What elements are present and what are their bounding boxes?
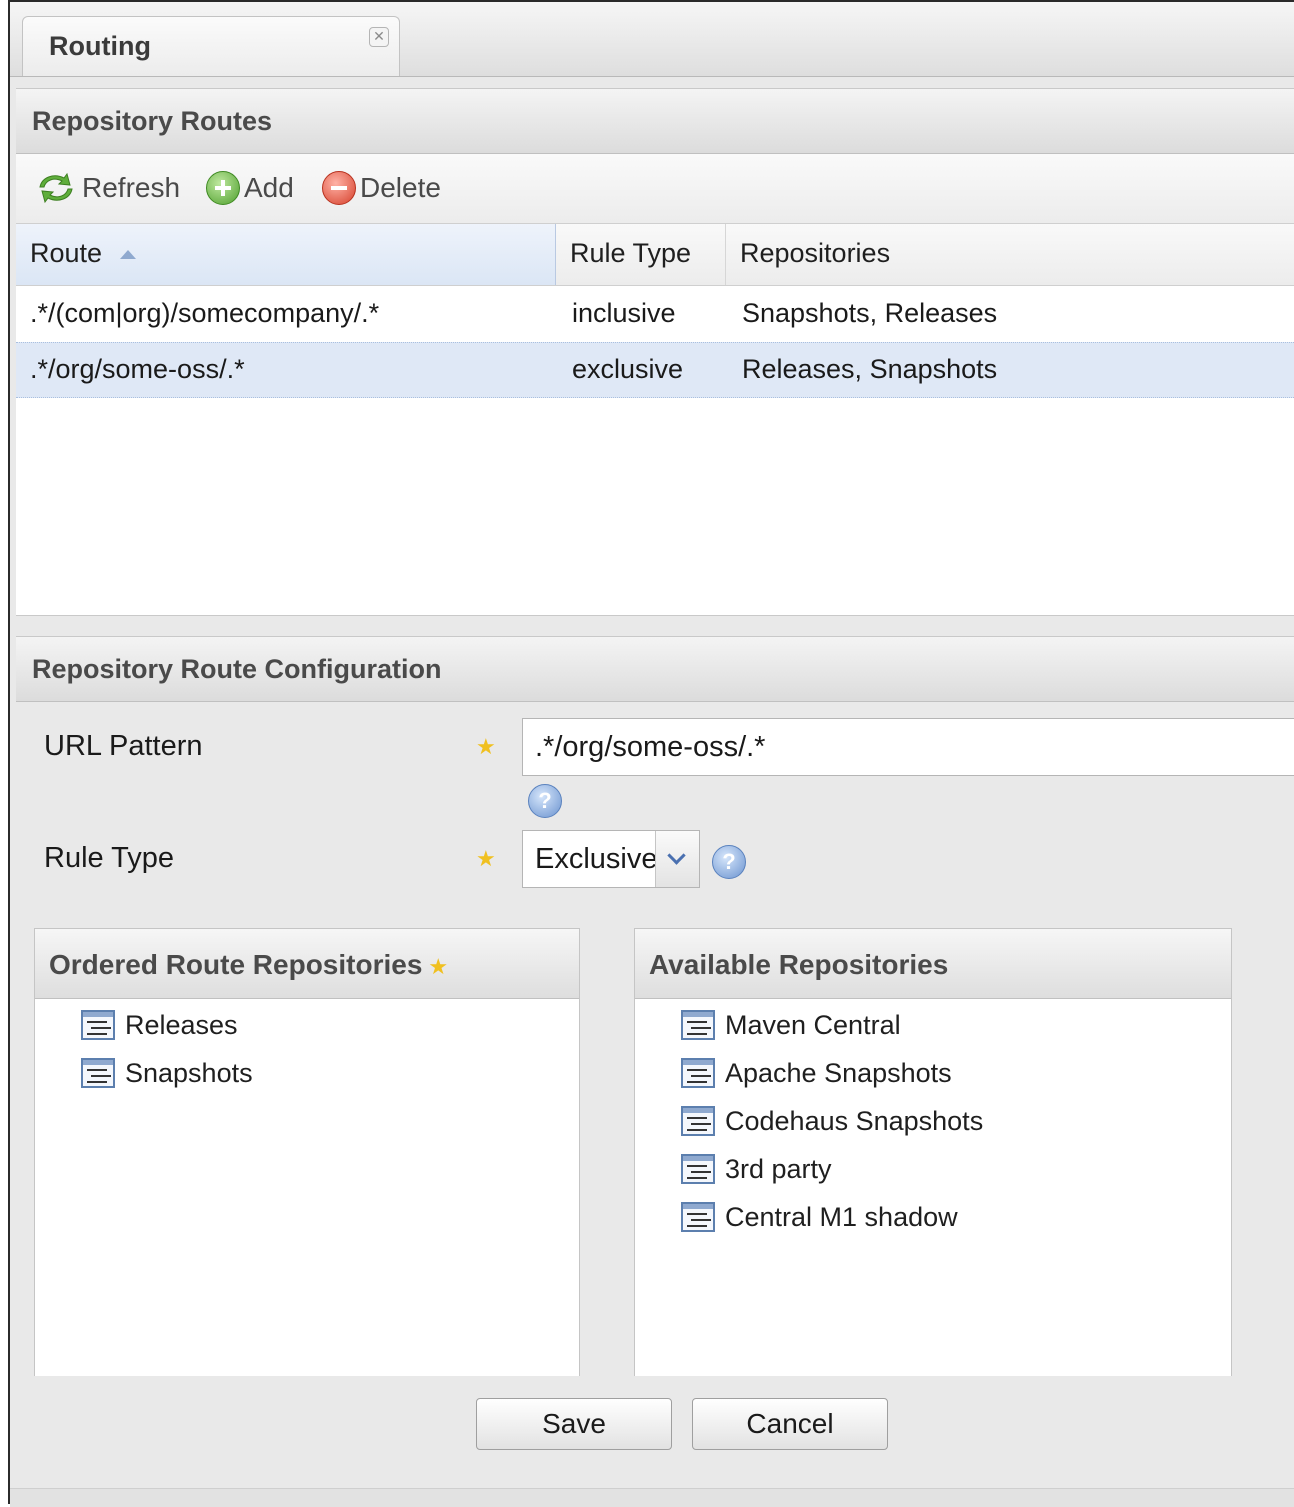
list-item-label: Maven Central [725,1009,901,1040]
tab-label: Routing [49,31,151,61]
routes-toolbar: Refresh Add Delete [16,154,1294,224]
delete-button[interactable]: Delete [322,168,441,208]
chevron-down-icon[interactable] [655,831,699,887]
repository-icon [681,1010,715,1040]
list-item[interactable]: Codehaus Snapshots [681,1101,983,1141]
tab-routing[interactable]: Routing ✕ [22,16,400,76]
ordered-panel-title-text: Ordered Route Repositories [49,949,423,980]
column-header-route[interactable]: Route [16,224,556,285]
grid-header: Route Rule Type Repositories [16,224,1294,286]
tab-close-icon[interactable]: ✕ [369,27,389,47]
routes-grid: Route Rule Type Repositories .*/(com|org… [16,224,1294,616]
repository-icon [81,1058,115,1088]
route-configuration-title: Repository Route Configuration [32,654,442,684]
list-item-label: 3rd party [725,1153,832,1184]
list-item[interactable]: Central M1 shadow [681,1197,958,1237]
ordered-route-repositories-panel: Ordered Route Repositories ★ Releases Sna… [34,928,580,1376]
column-route-label: Route [30,238,103,268]
repository-icon [81,1010,115,1040]
rule-type-value: Exclusive [535,843,655,875]
save-button[interactable]: Save [476,1398,672,1450]
list-item-label: Codehaus Snapshots [725,1105,984,1136]
repository-routes-title: Repository Routes [32,106,273,136]
rule-type-select[interactable]: Exclusive [522,830,700,888]
refresh-button[interactable]: Refresh [34,168,180,208]
add-icon [206,171,240,205]
required-star-icon: ★ [428,954,449,979]
ordered-panel-title: Ordered Route Repositories ★ [49,949,448,981]
available-panel-header: Available Repositories [635,929,1231,999]
add-label: Add [244,172,294,203]
cell-route: .*/org/some-oss/.* [30,354,245,384]
repository-icon [681,1202,715,1232]
list-item[interactable]: Maven Central [681,1005,901,1045]
list-item-label: Releases [125,1009,238,1040]
route-configuration-header: Repository Route Configuration [16,636,1294,702]
refresh-icon [39,172,73,204]
rule-type-label: Rule Type [44,842,175,874]
cell-repositories: Snapshots, Releases [742,298,998,328]
add-button[interactable]: Add [206,168,294,208]
required-star-icon: ★ [476,846,496,871]
column-header-rule-type[interactable]: Rule Type [556,224,726,285]
footer-strip [10,1488,1294,1507]
list-item[interactable]: Releases [81,1005,238,1045]
repository-icon [681,1058,715,1088]
list-item-label: Apache Snapshots [725,1057,952,1088]
table-row-selected[interactable]: .*/org/some-oss/.* exclusive Releases, S… [16,342,1294,398]
column-rule-type-label: Rule Type [570,238,692,268]
delete-icon [322,171,356,205]
list-item[interactable]: Apache Snapshots [681,1053,952,1093]
cell-rule-type: inclusive [572,298,676,328]
list-item[interactable]: Snapshots [81,1053,253,1093]
url-pattern-label: URL Pattern [44,730,203,762]
routing-window: Routing ✕ Repository Routes Refresh Add … [8,0,1294,1507]
table-row[interactable]: .*/(com|org)/somecompany/.* inclusive Sn… [16,286,1294,342]
list-item-label: Snapshots [125,1057,253,1088]
url-pattern-input[interactable] [522,718,1294,776]
ordered-panel-header: Ordered Route Repositories ★ [35,929,579,999]
repository-icon [681,1154,715,1184]
tab-strip: Routing ✕ [10,2,1294,77]
available-panel-title: Available Repositories [649,949,949,980]
help-icon[interactable]: ? [712,845,746,879]
cancel-button[interactable]: Cancel [692,1398,888,1450]
delete-label: Delete [360,172,441,203]
refresh-label: Refresh [82,172,181,203]
cell-repositories: Releases, Snapshots [742,354,998,384]
required-star-icon: ★ [476,734,496,759]
column-header-repositories[interactable]: Repositories [726,224,1294,285]
column-repositories-label: Repositories [740,238,891,268]
cell-rule-type: exclusive [572,354,684,384]
list-item-label: Central M1 shadow [725,1201,958,1232]
repository-icon [681,1106,715,1136]
list-item[interactable]: 3rd party [681,1149,832,1189]
cell-route: .*/(com|org)/somecompany/.* [30,298,380,328]
repository-routes-header: Repository Routes [16,88,1294,154]
help-icon[interactable]: ? [528,784,562,818]
available-repositories-panel: Available Repositories Maven Central Apa… [634,928,1232,1376]
sort-asc-icon [119,250,136,260]
